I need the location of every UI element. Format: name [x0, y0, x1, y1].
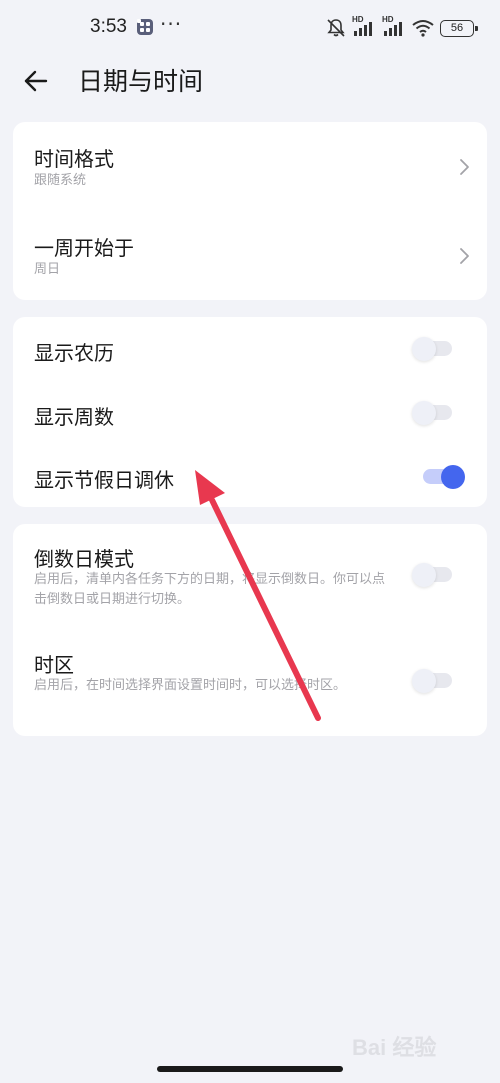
setting-value: 周日 — [34, 262, 61, 277]
setting-description: 启用后，清单内各任务下方的日期，将显示倒数日。你可以点击倒数日或日期进行切换。 — [34, 572, 386, 607]
setting-title: 显示周数 — [34, 405, 114, 429]
setting-row-countdown-mode[interactable]: 倒数日模式 启用后，清单内各任务下方的日期，将显示倒数日。你可以点击倒数日或日期… — [13, 524, 487, 630]
app-notification-icon — [137, 19, 153, 35]
setting-row-timezone[interactable]: 时区 启用后，在时间选择界面设置时间时，可以选择时区。 — [13, 630, 487, 736]
setting-title: 一周开始于 — [34, 236, 134, 260]
setting-title: 时区 — [34, 653, 74, 677]
cell-signal-icon — [384, 22, 402, 36]
show-lunar-toggle[interactable] — [412, 337, 454, 361]
status-icons: HD HD 56 — [326, 15, 478, 40]
home-indicator[interactable] — [157, 1066, 343, 1072]
setting-row-show-holiday[interactable]: 显示节假日调休 — [13, 445, 487, 507]
chevron-right-icon — [460, 248, 469, 264]
status-bar: 3:53 ··· HD HD 56 — [0, 0, 500, 58]
setting-row-time-format[interactable]: 时间格式 跟随系统 — [13, 122, 487, 211]
watermark-text: Bai 经验 — [352, 1035, 437, 1060]
setting-row-week-start[interactable]: 一周开始于 周日 — [13, 211, 487, 300]
show-week-number-toggle[interactable] — [412, 401, 454, 425]
battery-icon: 56 — [440, 19, 478, 37]
setting-title: 显示节假日调休 — [34, 468, 174, 492]
setting-value: 跟随系统 — [34, 173, 87, 188]
setting-row-show-week-number[interactable]: 显示周数 — [13, 381, 487, 445]
status-time: 3:53 — [90, 16, 127, 37]
cell-signal-icon — [354, 22, 372, 36]
signal-1: HD — [352, 15, 376, 38]
setting-title: 倒数日模式 — [34, 547, 134, 571]
countdown-mode-toggle[interactable] — [412, 563, 454, 587]
page-title: 日期与时间 — [78, 67, 204, 96]
mute-bell-icon — [327, 19, 345, 37]
wifi-icon — [412, 20, 434, 37]
setting-title: 显示农历 — [34, 341, 114, 365]
mode-settings-card: 倒数日模式 启用后，清单内各任务下方的日期，将显示倒数日。你可以点击倒数日或日期… — [13, 524, 487, 736]
show-holiday-toggle[interactable] — [419, 465, 465, 489]
back-arrow-icon[interactable] — [22, 64, 54, 96]
format-settings-card: 时间格式 跟随系统 一周开始于 周日 — [13, 122, 487, 300]
top-app-bar: 日期与时间 — [0, 58, 500, 102]
setting-title: 时间格式 — [34, 147, 114, 171]
chevron-right-icon — [460, 159, 469, 175]
watermark: Bai 经验 — [352, 1022, 482, 1068]
more-notifications-icon: ··· — [160, 12, 183, 36]
setting-row-show-lunar[interactable]: 显示农历 — [13, 317, 487, 381]
display-settings-card: 显示农历 显示周数 显示节假日调休 — [13, 317, 487, 507]
timezone-toggle[interactable] — [412, 669, 454, 693]
setting-description: 启用后，在时间选择界面设置时间时，可以选择时区。 — [34, 678, 347, 693]
signal-2: HD — [382, 15, 406, 38]
